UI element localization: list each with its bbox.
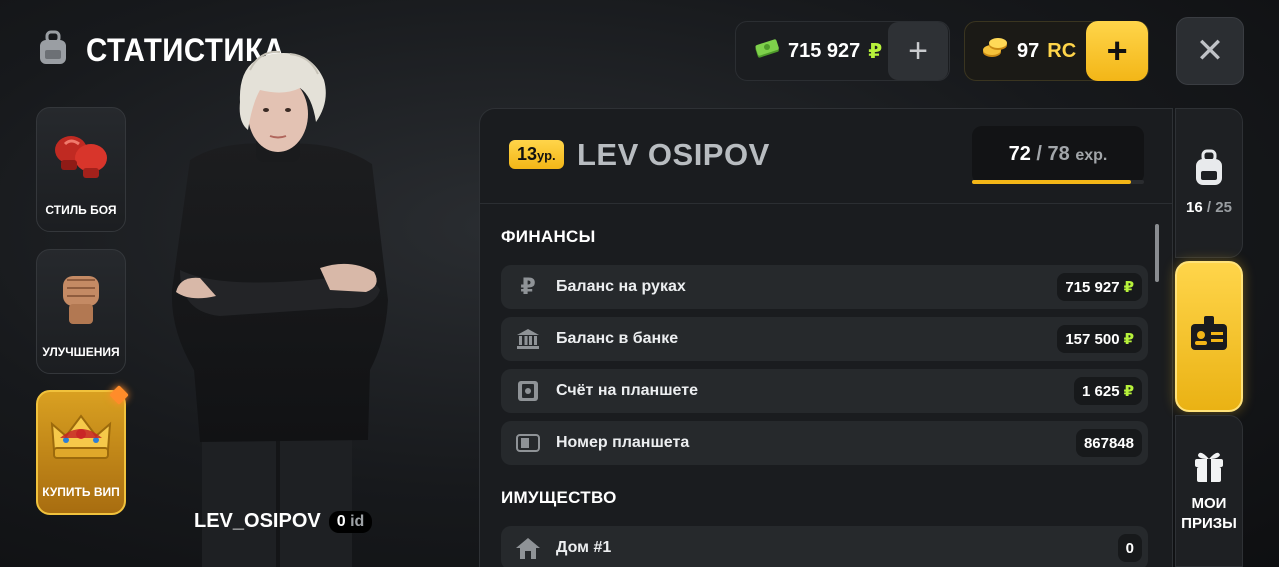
crown-icon (48, 410, 114, 467)
upgrades-button[interactable]: УЛУЧШЕНИЯ (36, 249, 126, 374)
upgrades-label: УЛУЧШЕНИЯ (42, 345, 120, 359)
inventory-capacity: 16 / 25 (1186, 198, 1232, 218)
inventory-separator: / (1206, 198, 1212, 216)
property-section-title: ИМУЩЕСТВО (501, 488, 617, 507)
cash-balance-widget: 715 927 ₽ + (735, 21, 950, 81)
prizes-label: МОИ ПРИЗЫ (1181, 494, 1237, 534)
finance-row-bank: Баланс в банке 157 500 ₽ (501, 317, 1148, 361)
finance-section-title: ФИНАНСЫ (501, 227, 596, 246)
house-icon (515, 535, 541, 561)
bank-balance-value: 157 500 (1065, 330, 1120, 348)
exp-separator: / (1036, 143, 1042, 165)
tablet-number-value: 867848 (1083, 434, 1134, 452)
tab-profile[interactable] (1175, 261, 1243, 412)
backpack-icon (36, 30, 70, 71)
ruble-symbol: ₽ (1123, 331, 1134, 348)
fight-style-button[interactable]: СТИЛЬ БОЯ (36, 107, 126, 232)
cash-stack-icon (754, 38, 780, 64)
property-row-house: Дом #1 0 (501, 526, 1148, 567)
buy-vip-label: КУПИТЬ ВИП (42, 485, 120, 499)
cash-value: 715 927 (788, 39, 861, 62)
add-cash-button[interactable]: + (888, 22, 948, 80)
finance-row-label: Баланс в банке (556, 330, 679, 347)
finance-row-value: 715 927 ₽ (1057, 273, 1142, 301)
character-name-tag: LEV_OSIPOV 0 id (194, 510, 373, 533)
tablet-account-value: 1 625 (1082, 382, 1120, 400)
close-icon: ✕ (1195, 32, 1225, 70)
level-suffix: ур. (537, 148, 556, 163)
level-badge: 13ур. (509, 140, 564, 169)
property-row-label: Дом #1 (556, 539, 612, 556)
profile-header: 13ур. LEV OSIPOV 72 / 78 exp. (480, 109, 1172, 204)
player-character-model (160, 40, 400, 567)
experience-progress-bar (972, 180, 1144, 184)
inventory-max: 25 (1215, 198, 1232, 216)
prizes-label-line1: МОИ (1191, 494, 1227, 512)
stats-panel: 13ур. LEV OSIPOV 72 / 78 exp. ФИНАНСЫ ₽ … (479, 108, 1173, 567)
fight-style-label: СТИЛЬ БОЯ (45, 203, 117, 217)
experience-box: 72 / 78 exp. (972, 126, 1144, 184)
bank-icon (515, 326, 541, 352)
profile-name: LEV OSIPOV (577, 137, 770, 172)
ruble-icon: ₽ (520, 274, 536, 299)
property-row-value: 0 (1117, 534, 1142, 562)
add-rc-button[interactable]: + (1086, 21, 1148, 81)
finance-row-value: 867848 (1075, 429, 1142, 457)
finance-row-label: Баланс на руках (556, 278, 686, 295)
boxing-gloves-icon (49, 126, 113, 187)
finance-row-cash: ₽ Баланс на руках 715 927 ₽ (501, 265, 1148, 309)
ruble-symbol: ₽ (868, 40, 883, 63)
cash-on-hand-value: 715 927 (1065, 278, 1120, 296)
tablet-account-icon (515, 378, 541, 404)
rc-value: 97 (1017, 39, 1040, 62)
tablet-icon (515, 430, 541, 456)
tab-inventory[interactable]: 16 / 25 (1175, 108, 1243, 258)
backpack-icon (1192, 149, 1226, 192)
exp-max: 78 (1047, 143, 1070, 165)
ruble-symbol: ₽ (1123, 383, 1134, 400)
close-button[interactable]: ✕ (1176, 17, 1244, 85)
stats-scrollbar[interactable] (1155, 224, 1159, 282)
finance-row-tablet-number: Номер планшета 867848 (501, 421, 1148, 465)
experience-text: 72 / 78 exp. (972, 143, 1144, 166)
character-name: LEV_OSIPOV (194, 510, 321, 532)
finance-row-value: 157 500 ₽ (1057, 325, 1142, 353)
experience-progress-fill (972, 180, 1131, 184)
prizes-label-line2: ПРИЗЫ (1181, 514, 1237, 532)
inventory-current: 16 (1186, 198, 1203, 216)
buy-vip-button[interactable]: КУПИТЬ ВИП (36, 390, 126, 515)
finance-row-value: 1 625 ₽ (1074, 377, 1142, 405)
finance-row-label: Номер планшета (556, 434, 690, 451)
house-value: 0 (1125, 539, 1134, 557)
rc-unit: RC (1047, 39, 1077, 62)
gift-icon (1192, 449, 1226, 488)
gold-coins-icon (981, 36, 1009, 66)
fist-icon (53, 268, 109, 333)
id-card-icon (1189, 316, 1229, 357)
player-id-value: 0 (336, 512, 346, 530)
exp-unit: exp. (1075, 147, 1108, 164)
ruble-symbol: ₽ (1123, 279, 1134, 296)
finance-row-tablet-account: Счёт на планшете 1 625 ₽ (501, 369, 1148, 413)
rc-balance-widget: 97 RC + (964, 21, 1149, 81)
exp-current: 72 (1008, 143, 1031, 165)
level-value: 13 (517, 144, 538, 164)
player-id-label: id (350, 512, 365, 530)
player-id-badge: 0 id (328, 510, 373, 533)
tab-prizes[interactable]: МОИ ПРИЗЫ (1175, 415, 1243, 567)
finance-row-label: Счёт на планшете (556, 382, 698, 399)
